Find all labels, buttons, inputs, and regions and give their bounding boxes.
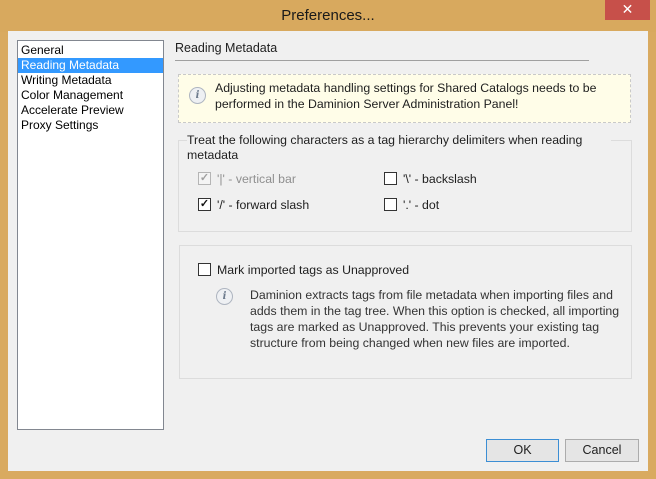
delimiter-backslash-checkbox[interactable] xyxy=(384,172,397,185)
cancel-button[interactable]: Cancel xyxy=(565,439,639,462)
delimiter-forward-slash-checkbox[interactable]: ✓ xyxy=(198,198,211,211)
checkmark-icon: ✓ xyxy=(199,198,210,210)
nav-item-general[interactable]: General xyxy=(18,43,163,58)
close-button[interactable]: ✕ xyxy=(605,0,650,20)
delimiter-backslash-option: '\' - backslash xyxy=(384,172,477,188)
delimiter-vertical-bar-option: ✓ '|' - vertical bar xyxy=(198,172,296,188)
mark-unapproved-description: Daminion extracts tags from file metadat… xyxy=(250,288,620,350)
shared-catalog-notice-text: Adjusting metadata handling settings for… xyxy=(215,81,597,111)
window-title: Preferences... xyxy=(281,7,375,24)
delimiter-dot-checkbox[interactable] xyxy=(384,198,397,211)
delimiters-group-label: Treat the following characters as a tag … xyxy=(187,133,611,163)
close-icon: ✕ xyxy=(621,2,634,18)
mark-unapproved-label[interactable]: Mark imported tags as Unapproved xyxy=(217,263,409,277)
delimiter-vertical-bar-label: '|' - vertical bar xyxy=(217,172,296,186)
ok-button[interactable]: OK xyxy=(486,439,559,462)
delimiter-dot-option: '.' - dot xyxy=(384,198,439,214)
nav-item-accelerate-preview[interactable]: Accelerate Preview xyxy=(18,103,163,118)
info-icon: i xyxy=(189,87,206,104)
delimiter-backslash-label[interactable]: '\' - backslash xyxy=(403,172,477,186)
section-title: Reading Metadata xyxy=(175,41,278,55)
title-bar[interactable]: Preferences... ✕ xyxy=(0,0,656,32)
nav-item-proxy-settings[interactable]: Proxy Settings xyxy=(18,118,163,133)
delimiter-forward-slash-option: ✓ '/' - forward slash xyxy=(198,198,309,214)
delimiters-group: Treat the following characters as a tag … xyxy=(178,133,632,232)
shared-catalog-notice: i Adjusting metadata handling settings f… xyxy=(178,74,631,123)
mark-unapproved-checkbox[interactable] xyxy=(198,263,211,276)
section-divider xyxy=(175,60,589,61)
checkmark-icon: ✓ xyxy=(199,172,210,184)
nav-item-writing-metadata[interactable]: Writing Metadata xyxy=(18,73,163,88)
info-icon: i xyxy=(216,288,233,305)
preferences-window: Preferences... ✕ General Reading Metadat… xyxy=(0,0,656,479)
unapproved-group: Mark imported tags as Unapproved i Damin… xyxy=(179,245,632,379)
delimiter-vertical-bar-checkbox[interactable]: ✓ xyxy=(198,172,211,185)
mark-unapproved-option: Mark imported tags as Unapproved xyxy=(198,263,409,279)
nav-item-reading-metadata[interactable]: Reading Metadata xyxy=(18,58,163,73)
dialog-client-area: General Reading Metadata Writing Metadat… xyxy=(8,31,648,471)
preferences-nav-list: General Reading Metadata Writing Metadat… xyxy=(17,40,164,430)
nav-item-color-management[interactable]: Color Management xyxy=(18,88,163,103)
delimiter-dot-label[interactable]: '.' - dot xyxy=(403,198,439,212)
delimiter-forward-slash-label[interactable]: '/' - forward slash xyxy=(217,198,309,212)
